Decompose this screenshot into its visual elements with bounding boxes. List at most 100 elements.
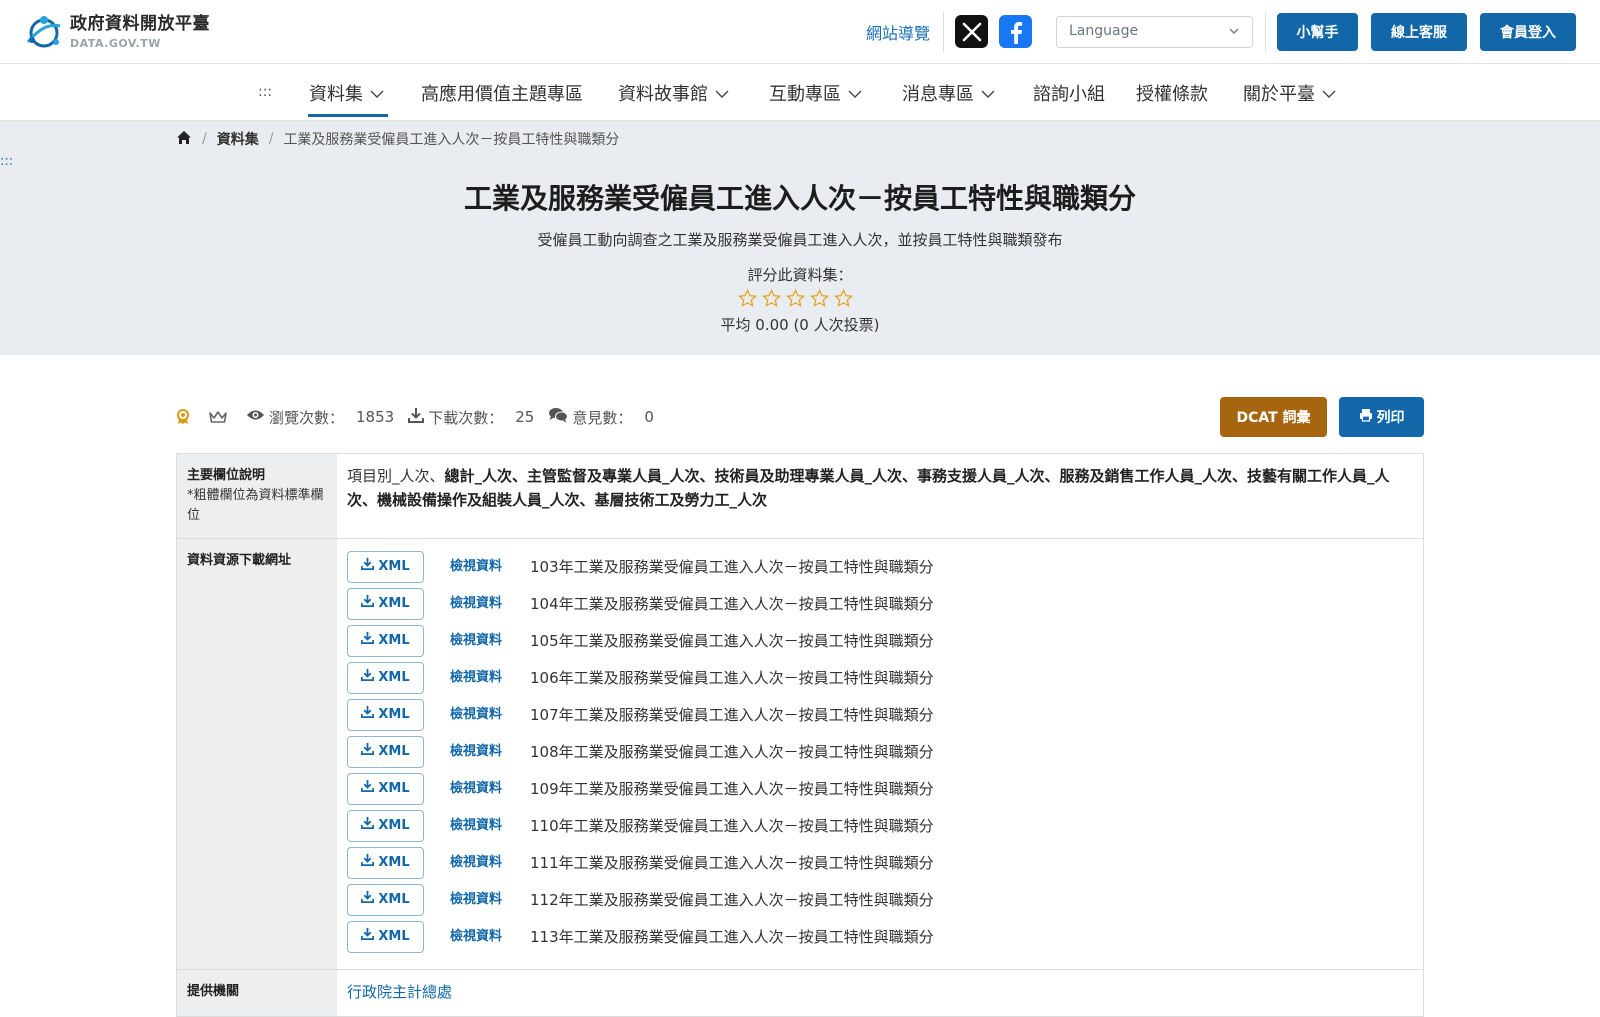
view-data-link[interactable]: 檢視資料 (450, 888, 530, 912)
site-logo[interactable]: 政府資料開放平臺 DATA.GOV.TW (24, 12, 210, 52)
chevron-down-icon (1322, 83, 1336, 104)
nav-item-stories[interactable]: 資料故事館 (618, 80, 729, 106)
xml-download-button[interactable]: XML (347, 883, 424, 916)
eye-icon (246, 408, 265, 426)
accesskey-anchor[interactable]: ::: (0, 154, 13, 169)
comments-stat: 意見數： 0 (548, 407, 654, 428)
xml-label: XML (378, 928, 410, 944)
xml-download-button[interactable]: XML (347, 661, 424, 694)
view-data-link[interactable]: 檢視資料 (450, 592, 530, 616)
chevron-down-icon (370, 83, 384, 104)
logo-icon (24, 12, 64, 52)
nav-item-high-value[interactable]: 高應用價值主題專區 (421, 80, 583, 106)
award-icon (176, 409, 190, 425)
xml-label: XML (378, 558, 410, 574)
resource-row: XML 檢視資料 109年工業及服務業受僱員工進入人次－按員工特性與職類分 (347, 770, 1413, 807)
nav-item-label: 消息專區 (902, 84, 974, 105)
xml-download-button[interactable]: XML (347, 550, 424, 583)
breadcrumb-datasets[interactable]: 資料集 (217, 129, 259, 149)
star-icon[interactable] (785, 288, 806, 308)
dcat-vocabulary-button[interactable]: DCAT 詞彙 (1220, 397, 1327, 437)
fields-standard: 總計_人次、主管監督及專業人員_人次、技術員及助理專業人員_人次、事務支援人員_… (347, 467, 1390, 509)
download-icon (361, 888, 375, 912)
home-icon[interactable] (176, 130, 192, 149)
nav-item-label: 授權條款 (1136, 84, 1208, 105)
divider (943, 12, 944, 52)
star-icon[interactable] (761, 288, 782, 308)
nav-item-datasets[interactable]: 資料集 (309, 80, 384, 106)
meta-key-note: *粗體欄位為資料標準欄位 (187, 488, 324, 523)
view-data-link[interactable]: 檢視資料 (450, 851, 530, 875)
nav-item-label: 互動專區 (769, 84, 841, 105)
nav-item-license[interactable]: 授權條款 (1136, 80, 1208, 106)
xml-download-button[interactable]: XML (347, 698, 424, 731)
resource-row: XML 檢視資料 113年工業及服務業受僱員工進入人次－按員工特性與職類分 (347, 918, 1413, 955)
star-icon[interactable] (833, 288, 854, 308)
meta-row-fields: 主要欄位說明 *粗體欄位為資料標準欄位 項目別_人次、總計_人次、主管監督及專業… (177, 454, 1423, 539)
xml-download-button[interactable]: XML (347, 846, 424, 879)
site-guide-link[interactable]: 網站導覽 (866, 20, 930, 44)
chevron-down-icon (1228, 25, 1240, 41)
view-data-link[interactable]: 檢視資料 (450, 740, 530, 764)
resource-row: XML 檢視資料 104年工業及服務業受僱員工進入人次－按員工特性與職類分 (347, 585, 1413, 622)
print-button[interactable]: 列印 (1339, 397, 1424, 437)
meta-row-resources: 資料資源下載網址 XML 檢視資料 103年工業及服務業受僱員工進入人次－按員工特性… (177, 539, 1423, 970)
x-twitter-icon[interactable] (955, 15, 988, 48)
facebook-icon[interactable] (999, 15, 1032, 48)
nav-item-interactive[interactable]: 互動專區 (769, 80, 862, 106)
download-icon (361, 703, 375, 727)
resource-name: 108年工業及服務業受僱員工進入人次－按員工特性與職類分 (530, 742, 934, 761)
view-data-link[interactable]: 檢視資料 (450, 703, 530, 727)
dataset-metadata-table: 主要欄位說明 *粗體欄位為資料標準欄位 項目別_人次、總計_人次、主管監督及專業… (176, 453, 1424, 1017)
member-login-button[interactable]: 會員登入 (1480, 13, 1576, 51)
online-service-button[interactable]: 線上客服 (1371, 13, 1467, 51)
xml-download-button[interactable]: XML (347, 735, 424, 768)
resource-row: XML 檢視資料 112年工業及服務業受僱員工進入人次－按員工特性與職類分 (347, 881, 1413, 918)
resource-row: XML 檢視資料 107年工業及服務業受僱員工進入人次－按員工特性與職類分 (347, 696, 1413, 733)
nav-item-news[interactable]: 消息專區 (902, 80, 995, 106)
star-icon[interactable] (809, 288, 830, 308)
nav-active-indicator (308, 114, 388, 117)
breadcrumb-current: 工業及服務業受僱員工進入人次－按員工特性與職類分 (283, 132, 620, 148)
meta-row-provider: 提供機關 行政院主計總處 (177, 970, 1423, 1017)
main-nav: ::: 資料集 高應用價值主題專區 資料故事館 互動專區 消息專區 諮詢小組 授… (0, 64, 1600, 121)
print-button-label: 列印 (1376, 410, 1405, 426)
chevron-down-icon (715, 83, 729, 104)
crown-icon (208, 410, 228, 424)
resource-name: 107年工業及服務業受僱員工進入人次－按員工特性與職類分 (530, 705, 934, 724)
dataset-title: 工業及服務業受僱員工進入人次－按員工特性與職類分 (463, 182, 1136, 215)
meta-key: 資料資源下載網址 (177, 539, 337, 969)
xml-label: XML (378, 854, 410, 870)
logo-title: 政府資料開放平臺 (70, 13, 210, 34)
resource-name: 103年工業及服務業受僱員工進入人次－按員工特性與職類分 (530, 557, 934, 576)
nav-item-label: 諮詢小組 (1033, 84, 1105, 105)
view-data-link[interactable]: 檢視資料 (450, 925, 530, 949)
xml-download-button[interactable]: XML (347, 920, 424, 953)
chevron-down-icon (848, 83, 862, 104)
download-icon (361, 777, 375, 801)
view-data-link[interactable]: 檢視資料 (450, 555, 530, 579)
view-data-link[interactable]: 檢視資料 (450, 777, 530, 801)
download-icon (361, 666, 375, 690)
rating-stars[interactable] (737, 288, 854, 308)
xml-download-button[interactable]: XML (347, 809, 424, 842)
accesskey-anchor[interactable]: ::: (258, 84, 272, 100)
xml-download-button[interactable]: XML (347, 587, 424, 620)
view-data-link[interactable]: 檢視資料 (450, 629, 530, 653)
meta-key-label: 主要欄位說明 (187, 468, 266, 483)
resource-row: XML 檢視資料 103年工業及服務業受僱員工進入人次－按員工特性與職類分 (347, 548, 1413, 585)
xml-label: XML (378, 595, 410, 611)
site-header: 政府資料開放平臺 DATA.GOV.TW 網站導覽 Language 小幫手 線… (0, 0, 1600, 64)
star-icon[interactable] (737, 288, 758, 308)
helper-button[interactable]: 小幫手 (1277, 13, 1358, 51)
resource-name: 104年工業及服務業受僱員工進入人次－按員工特性與職類分 (530, 594, 934, 613)
xml-download-button[interactable]: XML (347, 772, 424, 805)
view-data-link[interactable]: 檢視資料 (450, 814, 530, 838)
nav-item-about[interactable]: 關於平臺 (1243, 80, 1336, 106)
view-data-link[interactable]: 檢視資料 (450, 666, 530, 690)
nav-item-advisory[interactable]: 諮詢小組 (1033, 80, 1105, 106)
xml-download-button[interactable]: XML (347, 624, 424, 657)
meta-value: 行政院主計總處 (337, 970, 1423, 1016)
provider-link[interactable]: 行政院主計總處 (347, 983, 452, 1001)
language-select[interactable]: Language (1056, 16, 1253, 48)
